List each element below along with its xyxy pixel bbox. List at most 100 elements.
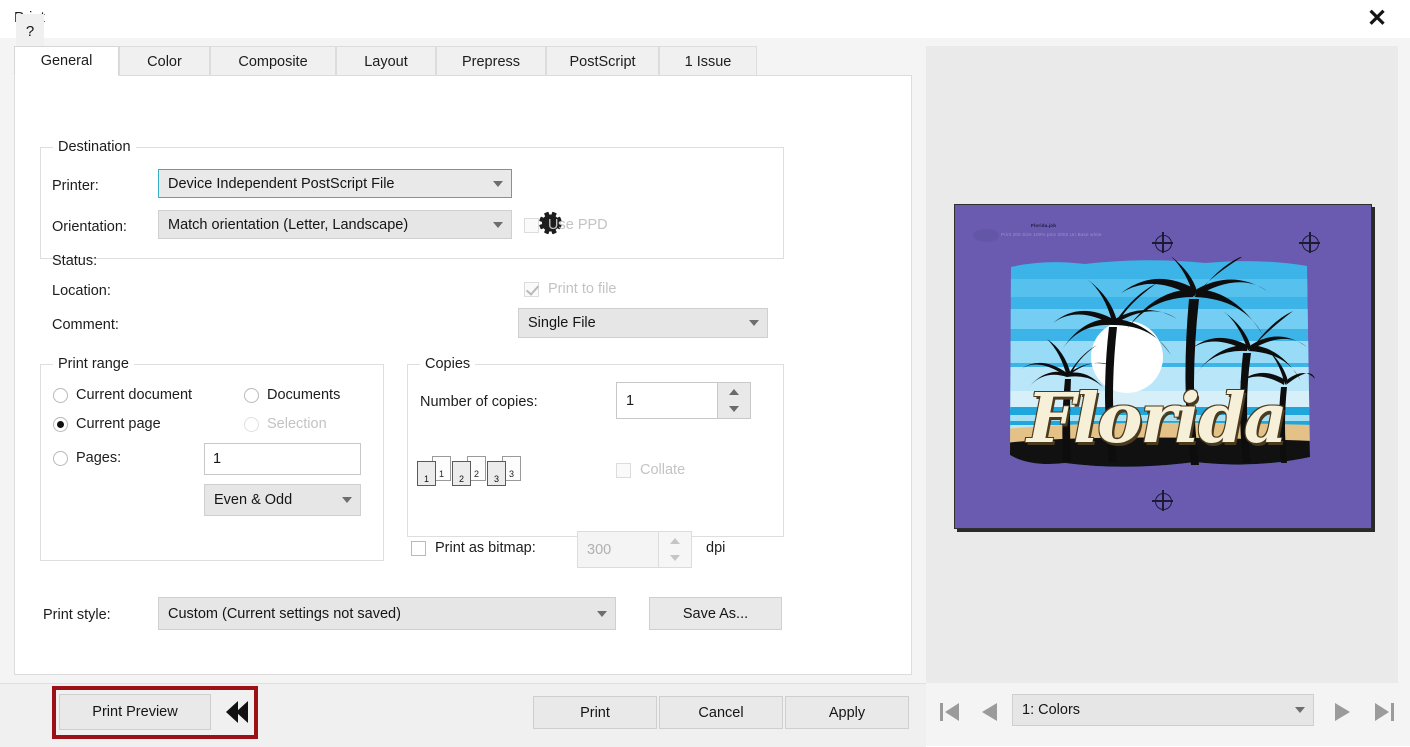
next-page-icon[interactable] <box>1324 694 1360 730</box>
radio-dot <box>244 387 259 403</box>
destination-group: Destination <box>40 139 784 259</box>
previous-page-icon[interactable] <box>972 694 1008 730</box>
orientation-label: Orientation: <box>52 219 127 235</box>
print-label: Print <box>580 704 610 721</box>
chevron-down-icon <box>741 320 767 326</box>
stepper-buttons[interactable] <box>717 382 751 419</box>
dpi-stepper: 300 <box>577 531 692 568</box>
radio-label: Documents <box>267 387 341 403</box>
printer-label: Printer: <box>52 178 99 194</box>
help-button[interactable]: ? <box>16 14 44 48</box>
print-to-file-checkbox: Print to file <box>524 281 617 297</box>
collate-label: Collate <box>640 462 686 478</box>
status-label: Status: <box>52 253 98 269</box>
number-of-copies-stepper[interactable]: 1 <box>616 382 751 419</box>
dpi-input: 300 <box>577 531 660 568</box>
orientation-combo[interactable]: Match orientation (Letter, Landscape) <box>158 210 512 239</box>
copies-preview-icon-3: 3 3 <box>487 456 521 486</box>
radio-dot <box>53 416 68 432</box>
save-as-button[interactable]: Save As... <box>649 597 782 630</box>
file-mode-combo[interactable]: Single File <box>518 308 768 338</box>
page-front: 1 <box>417 461 436 486</box>
printer-combo[interactable]: Device Independent PostScript File <box>158 169 512 198</box>
radio-pages[interactable]: Pages: <box>53 450 121 466</box>
print-range-group-title: Print range <box>53 356 134 372</box>
tab-color[interactable]: Color <box>119 46 210 76</box>
tab-label: Prepress <box>461 53 521 70</box>
printer-value: Device Independent PostScript File <box>168 175 395 192</box>
dpi-value: 300 <box>587 541 612 558</box>
stepper-down-icon <box>659 550 691 568</box>
stepper-up-icon[interactable] <box>718 383 750 401</box>
print-button[interactable]: Print <box>533 696 657 729</box>
file-mode-value: Single File <box>528 315 596 331</box>
radio-documents[interactable]: Documents <box>244 387 340 403</box>
print-preview-button[interactable]: Print Preview <box>59 694 211 730</box>
print-style-value: Custom (Current settings not saved) <box>168 605 401 622</box>
tab-composite[interactable]: Composite <box>210 46 336 76</box>
separation-combo[interactable]: 1: Colors <box>1012 694 1314 726</box>
location-label: Location: <box>52 283 111 299</box>
tab-label: PostScript <box>569 53 636 70</box>
last-page-icon[interactable] <box>1366 694 1402 730</box>
collate-checkbox: Collate <box>616 462 685 478</box>
radio-label: Pages: <box>76 450 122 466</box>
pages-value: 1 <box>213 451 222 467</box>
checkbox-box <box>411 540 426 556</box>
stepper-down-icon[interactable] <box>718 401 750 419</box>
artwork-image: Florida <box>1005 257 1315 487</box>
use-ppd-label: Use PPD <box>548 217 608 233</box>
cancel-label: Cancel <box>698 704 744 721</box>
comment-label: Comment: <box>52 317 119 333</box>
tab-label: 1 Issue <box>684 53 732 70</box>
print-style-combo[interactable]: Custom (Current settings not saved) <box>158 597 616 630</box>
first-page-icon[interactable] <box>932 694 968 730</box>
tab-layout[interactable]: Layout <box>336 46 436 76</box>
save-as-label: Save As... <box>682 605 749 622</box>
tab-postscript[interactable]: PostScript <box>546 46 659 76</box>
pages-input[interactable]: 1 <box>204 443 361 475</box>
artwork-stamp <box>973 229 999 242</box>
even-odd-value: Even & Odd <box>214 492 293 508</box>
radio-dot <box>244 416 259 432</box>
registration-mark-icon <box>1152 232 1173 253</box>
tab-prepress[interactable]: Prepress <box>436 46 546 76</box>
stepper-up-icon <box>659 532 691 550</box>
stepper-buttons <box>658 531 692 568</box>
tab-1-issue[interactable]: 1 Issue <box>659 46 757 76</box>
chevron-down-icon <box>589 610 615 617</box>
radio-label: Current document <box>76 387 193 403</box>
artwork-title-word: Florida <box>1027 379 1288 459</box>
chevron-down-icon <box>485 221 511 228</box>
radio-dot <box>53 450 68 466</box>
radio-current-page[interactable]: Current page <box>53 416 161 432</box>
tab-general[interactable]: General <box>14 46 119 76</box>
number-of-copies-input[interactable]: 1 <box>616 382 719 419</box>
print-preview-artwork: Florida.job Print 200 Size 100% pms 2002… <box>954 204 1372 529</box>
registration-mark-icon <box>1299 232 1320 253</box>
tab-label: Layout <box>364 53 408 70</box>
tab-page-general: Destination Printer: Device Independent … <box>14 75 912 675</box>
page-front: 3 <box>487 461 506 486</box>
copies-preview-icon-2: 2 2 <box>452 456 486 486</box>
help-label: ? <box>25 22 35 40</box>
dpi-unit-label: dpi <box>706 540 726 556</box>
close-icon[interactable]: ✕ <box>1352 0 1402 38</box>
tab-label: Composite <box>238 53 308 70</box>
window-title-bar: Print ✕ <box>0 0 1410 38</box>
print-as-bitmap-label: Print as bitmap: <box>435 540 536 556</box>
destination-group-title: Destination <box>53 139 136 155</box>
artwork-job-info: Print 200 Size 100% pms 2002 Uri Base wh… <box>1001 232 1102 237</box>
cancel-button[interactable]: Cancel <box>659 696 783 729</box>
print-as-bitmap-checkbox[interactable]: Print as bitmap: <box>411 540 536 556</box>
registration-mark-icon <box>1152 490 1173 511</box>
radio-current-document[interactable]: Current document <box>53 387 192 403</box>
tab-label: Color <box>147 53 182 70</box>
apply-button[interactable]: Apply <box>785 696 909 729</box>
page-front: 2 <box>452 461 471 486</box>
even-odd-combo[interactable]: Even & Odd <box>204 484 361 516</box>
copies-preview-icon-1: 1 1 <box>417 456 451 486</box>
double-chevron-left-icon[interactable] <box>219 694 253 730</box>
artwork-job-name: Florida.job <box>1031 223 1057 228</box>
separation-value: 1: Colors <box>1022 702 1081 718</box>
